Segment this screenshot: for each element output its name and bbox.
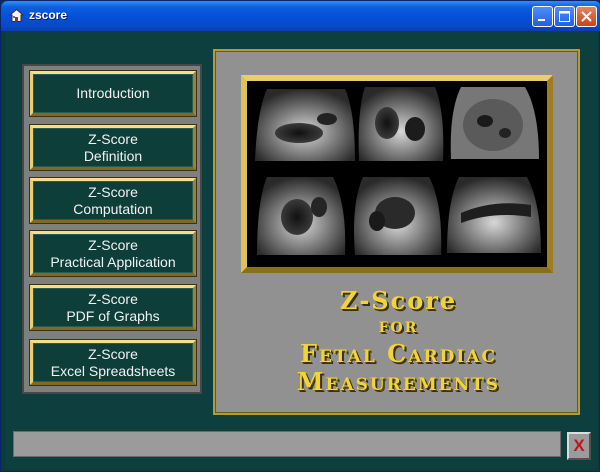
- house-icon: [9, 8, 24, 22]
- maximize-button[interactable]: [554, 6, 575, 27]
- nav-label: Z-Score Computation: [73, 183, 153, 217]
- ultrasound-image-1: [255, 89, 355, 161]
- nav-label: Z-Score Excel Spreadsheets: [50, 345, 176, 379]
- definition-button[interactable]: Z-Score Definition: [30, 125, 196, 170]
- maximize-icon: [559, 11, 570, 22]
- nav-label: Z-Score PDF of Graphs: [66, 290, 160, 324]
- exit-label: X: [573, 436, 585, 455]
- ultrasound-image-5: [354, 177, 442, 255]
- headline-line-4: Measurements: [296, 367, 501, 396]
- minimize-icon: [538, 19, 545, 21]
- window-title: zscore: [29, 8, 68, 22]
- pdf-of-graphs-button[interactable]: Z-Score PDF of Graphs: [30, 285, 196, 330]
- nav-label: Z-Score Practical Application: [50, 236, 176, 270]
- status-bar: [13, 431, 561, 457]
- headline-line-2: for: [378, 313, 419, 337]
- nav-panel: Introduction Z-Score Definition Z-Score …: [22, 64, 202, 394]
- headline-line-3: Fetal Cardiac: [299, 339, 498, 368]
- ultrasound-collage: [255, 87, 541, 255]
- minimize-button[interactable]: [532, 6, 553, 27]
- ultrasound-images: [241, 75, 553, 273]
- ultrasound-image-2: [358, 87, 444, 161]
- title-bar[interactable]: zscore: [1, 1, 600, 31]
- app-window: zscore Introduction Z-Score Definition Z…: [0, 0, 600, 472]
- ultrasound-image-4: [257, 177, 346, 255]
- close-icon: [581, 11, 592, 22]
- nav-label: Introduction: [76, 85, 150, 101]
- ultrasound-image-3: [450, 87, 539, 159]
- excel-spreadsheets-button[interactable]: Z-Score Excel Spreadsheets: [30, 340, 196, 385]
- nav-label: Z-Score Definition: [83, 130, 143, 164]
- exit-button[interactable]: X: [567, 432, 591, 460]
- ultrasound-image-6: [447, 177, 541, 253]
- client-area: Introduction Z-Score Definition Z-Score …: [5, 31, 597, 469]
- main-panel: Z-Score for Fetal Cardiac Measurements: [213, 49, 580, 415]
- headline-line-1: Z-Score: [339, 286, 458, 315]
- introduction-button[interactable]: Introduction: [30, 71, 196, 116]
- close-button[interactable]: [576, 6, 597, 27]
- practical-application-button[interactable]: Z-Score Practical Application: [30, 231, 196, 276]
- computation-button[interactable]: Z-Score Computation: [30, 178, 196, 223]
